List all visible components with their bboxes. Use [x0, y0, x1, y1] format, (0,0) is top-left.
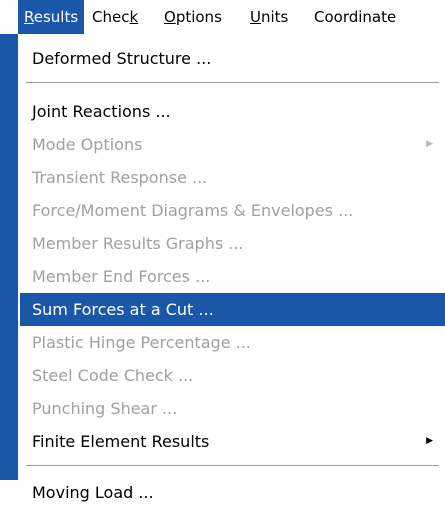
menu-separator — [26, 465, 439, 467]
results-mnemonic: R — [24, 8, 34, 26]
menu-item-member-end-forces[interactable]: Member End Forces ... — [20, 260, 445, 293]
menu-item-member-results-graphs[interactable]: Member Results Graphs ... — [20, 227, 445, 260]
menu-coordinates[interactable]: Coordinate — [308, 0, 402, 34]
menu-item-plastic-hinge-percentage[interactable]: Plastic Hinge Percentage ... — [20, 326, 445, 359]
menu-item-finite-element-results[interactable]: Finite Element Results ▶ — [20, 425, 445, 458]
menu-item-sum-forces-at-cut[interactable]: Sum Forces at a Cut ... — [20, 293, 445, 326]
results-label-rest: esults — [33, 8, 79, 26]
menu-item-steel-code-check[interactable]: Steel Code Check ... — [20, 359, 445, 392]
menu-item-force-moment-diagrams[interactable]: Force/Moment Diagrams & Envelopes ... — [20, 194, 445, 227]
menu-results[interactable]: Results — [18, 0, 85, 34]
menu-units[interactable]: Units — [244, 0, 294, 34]
menu-item-punching-shear[interactable]: Punching Shear ... — [20, 392, 445, 425]
menu-bar: Results Check Options Units Coordinate — [0, 0, 445, 34]
units-label-rest: nits — [260, 8, 289, 26]
menu-item-joint-reactions[interactable]: Joint Reactions ... — [20, 95, 445, 128]
options-label-rest: ptions — [175, 8, 222, 26]
submenu-arrow-icon: ▶ — [426, 139, 433, 149]
window-edge — [0, 34, 18, 480]
check-mnemonic: k — [129, 8, 139, 26]
menu-item-deformed-structure[interactable]: Deformed Structure ... — [20, 42, 445, 75]
coordinates-label: Coordinate — [314, 8, 397, 26]
results-dropdown-menu: Deformed Structure ... Joint Reactions .… — [18, 34, 445, 502]
menu-options[interactable]: Options — [158, 0, 228, 34]
submenu-arrow-icon: ▶ — [426, 436, 433, 446]
menu-separator — [26, 82, 439, 84]
units-mnemonic: U — [250, 8, 261, 26]
menu-item-transient-response[interactable]: Transient Response ... — [20, 161, 445, 194]
menu-check[interactable]: Check — [86, 0, 144, 34]
menu-item-mode-options[interactable]: Mode Options ▶ — [20, 128, 445, 161]
menu-item-moving-load[interactable]: Moving Load ... — [20, 476, 445, 509]
check-label-pre: Chec — [92, 8, 130, 26]
options-mnemonic: O — [164, 8, 176, 26]
